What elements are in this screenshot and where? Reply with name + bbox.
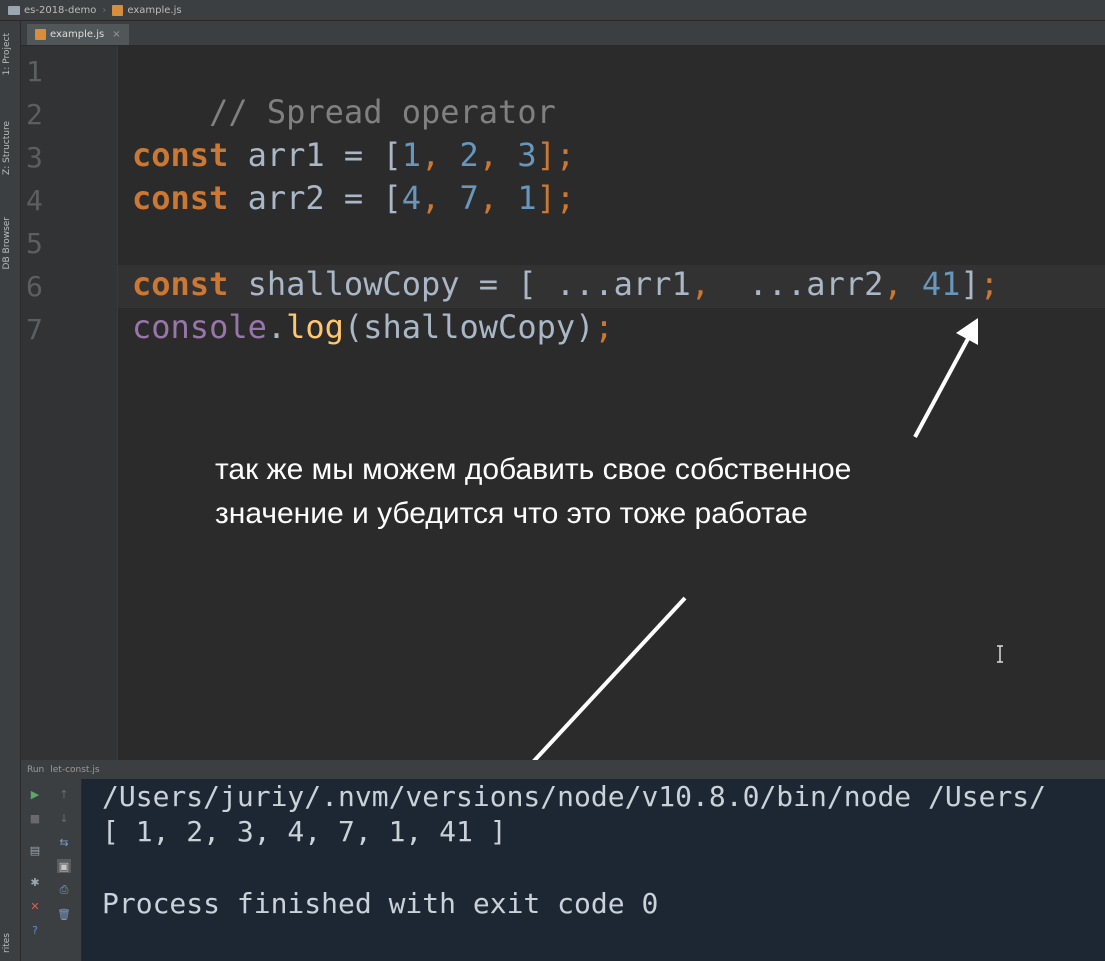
code-line-4: const arr2 = [4, 7, 1]; [132,177,575,220]
trash-icon[interactable]: 🗑 [57,907,71,921]
number: 1 [517,179,537,217]
close-icon[interactable]: × [112,29,120,40]
line-number: 7 [26,313,43,346]
comma: , [420,179,460,217]
annotation-line-2: значение и убедится что это тоже работае [215,497,808,530]
bracket-semicolon: ]; [536,136,576,174]
project-tool-button[interactable]: 1: Project [2,33,18,75]
number: 3 [517,136,537,174]
down-arrow-icon[interactable]: ↓ [57,811,71,825]
keyword-const: const [132,179,229,217]
number: 2 [459,136,479,174]
number: 7 [459,179,479,217]
project-name: es-2018-demo [24,4,97,16]
js-file-icon [112,4,124,16]
run-panel-header: Run let-const.js [21,760,1105,779]
run-toolbar: ▶ ↑ ■ ↓ ⇆ ▤ ▣ ✱ ⎙ ✕ 🗑 ? [21,779,82,961]
number: 4 [401,179,421,217]
line-number: 3 [26,141,43,174]
up-arrow-icon[interactable]: ↑ [57,787,71,801]
navigation-bar: es-2018-demo › example.js [0,0,1105,21]
identifier: shallowCopy = [ ...arr1 [228,265,691,303]
keyword-const: const [132,136,229,174]
log-method: log [286,308,344,346]
keyword-const: const [132,265,229,303]
comma: , [883,265,922,303]
close-icon[interactable]: ✕ [28,899,42,913]
console-object: console [132,308,267,346]
tab-label: example.js [50,29,105,40]
line-number: 5 [26,227,43,260]
identifier: arr1 = [ [228,136,402,174]
favorites-tool-button[interactable]: rites [2,933,18,953]
annotation-line-1: так же мы можем добавить свое собственно… [215,453,852,486]
layout-icon[interactable]: ▤ [28,843,42,857]
call-args: (shallowCopy) [343,308,595,346]
stop-icon[interactable]: ■ [28,811,42,825]
help-icon[interactable]: ? [28,923,42,937]
code-line-7: console.log(shallowCopy); [132,306,614,349]
identifier: arr2 = [ [228,179,402,217]
soft-wrap-icon[interactable]: ⇆ [57,835,71,849]
pin-icon[interactable]: ✱ [28,875,42,889]
scroll-to-end-icon[interactable]: ▣ [57,859,71,873]
code-line-6: const shallowCopy = [ ...arr1, ...arr2, … [132,263,999,306]
number: 41 [921,265,961,303]
number: 1 [401,136,421,174]
spread-arr2: ...arr2 [748,265,884,303]
comma: , [420,136,460,174]
comma: , [478,136,518,174]
dot: . [266,308,287,346]
folder-icon [8,5,20,15]
editor-tab-bar: example.js × [21,21,1105,46]
annotation-text: так же мы можем добавить свое собственно… [215,448,1015,536]
line-number: 4 [26,184,43,217]
comma: , [690,265,749,303]
line-number-gutter: 1 2 3 4 5 6 7 [21,46,118,760]
db-browser-tool-button[interactable]: DB Browser [2,217,18,269]
console-output[interactable]: /Users/juriy/.nvm/versions/node/v10.8.0/… [82,779,1105,961]
structure-tool-button[interactable]: Z: Structure [2,121,18,175]
breadcrumb-separator: › [102,4,107,16]
bracket-semicolon: ]; [536,179,576,217]
breadcrumb-file[interactable]: example.js [112,4,182,16]
semicolon: ; [979,265,999,303]
rerun-icon[interactable]: ▶ [28,787,42,801]
breadcrumb-project[interactable]: es-2018-demo [8,5,96,16]
code-editor[interactable]: // Spread operator const arr1 = [1, 2, 3… [118,46,1105,760]
closing-bracket: ] [960,265,980,303]
run-config-name[interactable]: let-const.js [50,765,99,775]
console-command-line: /Users/juriy/.nvm/versions/node/v10.8.0/… [102,780,1047,813]
line-number: 6 [26,270,43,303]
print-icon[interactable]: ⎙ [57,883,71,897]
line-number: 2 [26,98,43,131]
text-cursor-icon [997,645,1003,663]
comma: , [478,179,518,217]
left-tool-strip: 1: Project Z: Structure DB Browser rites [0,21,21,961]
console-result-line: [ 1, 2, 3, 4, 7, 1, 41 ] [102,815,507,848]
run-panel-label: Run [27,764,45,775]
code-line-3: const arr1 = [1, 2, 3]; [132,134,575,177]
file-name: example.js [127,4,182,16]
console-exit-line: Process finished with exit code 0 [102,887,659,920]
line-number: 1 [26,55,43,88]
js-file-icon [35,29,46,40]
semicolon: ; [594,308,614,346]
tab-example-js[interactable]: example.js × [27,24,129,45]
comment: // Spread operator [209,93,556,131]
